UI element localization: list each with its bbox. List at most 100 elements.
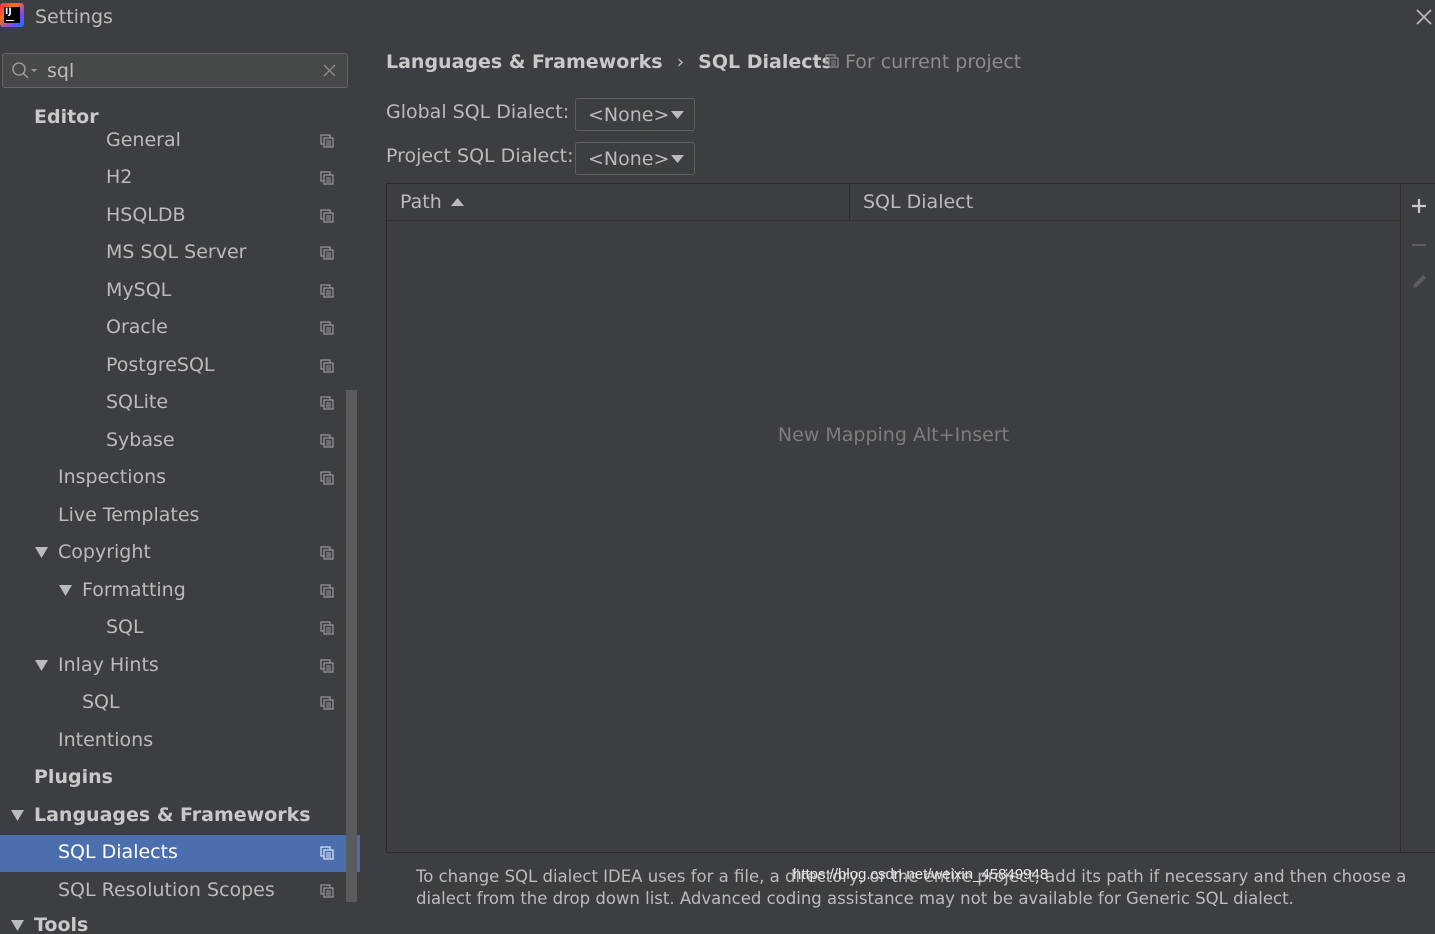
tree-item-plugins[interactable]: Plugins — [0, 760, 360, 797]
column-header-sql-dialect[interactable]: SQL Dialect — [863, 191, 973, 213]
project-scope-icon — [320, 171, 334, 185]
tree-item-mysql[interactable]: MySQL — [0, 273, 360, 310]
tree-item-label: MS SQL Server — [106, 241, 247, 263]
tree-item-label: SQL — [82, 691, 120, 713]
tree-item-sql-dialects[interactable]: SQL Dialects — [0, 835, 360, 872]
project-scope-icon — [320, 209, 334, 223]
watermark: https://blog.csdn.net/weixin_45849948 — [793, 866, 1049, 883]
tree-item-sql[interactable]: SQL — [0, 610, 360, 647]
global-dialect-label: Global SQL Dialect: — [386, 101, 570, 123]
project-scope-icon — [320, 584, 334, 598]
global-dialect-value: <None> — [588, 104, 670, 126]
breadcrumb-separator: › — [676, 51, 685, 73]
search-input[interactable] — [47, 58, 307, 84]
project-scope-icon — [320, 134, 334, 148]
window-title: Settings — [35, 6, 113, 28]
tree-item-label: MySQL — [106, 279, 172, 301]
sort-ascending-icon — [451, 198, 464, 206]
expand-arrow-icon[interactable] — [59, 585, 72, 597]
project-dialect-value: <None> — [588, 148, 670, 170]
column-header-path[interactable]: Path — [400, 191, 442, 213]
project-scope-icon — [320, 696, 334, 710]
scope-label: For current project — [845, 51, 1022, 73]
project-scope-icon — [320, 659, 334, 673]
project-dialect-label: Project SQL Dialect: — [386, 145, 574, 167]
tree-item-label: PostgreSQL — [106, 354, 215, 376]
tree-item-label: Copyright — [58, 541, 151, 563]
tree-item-oracle[interactable]: Oracle — [0, 310, 360, 347]
tree-item-ms-sql-server[interactable]: MS SQL Server — [0, 235, 360, 272]
expand-arrow-icon[interactable] — [11, 810, 24, 822]
project-scope-icon — [825, 53, 839, 68]
search-box[interactable] — [2, 53, 348, 88]
pencil-icon[interactable] — [1409, 272, 1429, 292]
project-scope-icon — [320, 321, 334, 335]
tree-item-label: SQL Dialects — [58, 841, 178, 863]
breadcrumb-current: SQL Dialects — [698, 51, 833, 73]
tree-item-label: SQL Resolution Scopes — [58, 879, 275, 901]
search-icon[interactable] — [11, 61, 39, 81]
expand-arrow-icon[interactable] — [11, 920, 24, 932]
tree-item-sql[interactable]: SQL — [0, 685, 360, 722]
project-scope-icon — [320, 246, 334, 260]
tree-item-label: HSQLDB — [106, 204, 186, 226]
tree-item-intentions[interactable]: Intentions — [0, 723, 360, 760]
tree-item-copyright[interactable]: Copyright — [0, 535, 360, 572]
scope-indicator: For current project — [825, 51, 1021, 73]
table-header: Path SQL Dialect — [387, 184, 1400, 221]
table-empty-text[interactable]: New Mapping Alt+Insert — [387, 424, 1400, 446]
tree-item-inspections[interactable]: Inspections — [0, 460, 360, 497]
tree-item-label: H2 — [106, 166, 133, 188]
tree-item-languages-frameworks[interactable]: Languages & Frameworks — [0, 798, 360, 835]
title-bar: IJ Settings — [0, 0, 1435, 38]
tree-item-tools[interactable]: Tools — [0, 908, 360, 934]
tree-item-formatting[interactable]: Formatting — [0, 573, 360, 610]
tree-item-inlay-hints[interactable]: Inlay Hints — [0, 648, 360, 685]
project-scope-icon — [320, 284, 334, 298]
sidebar-scrollbar[interactable] — [346, 390, 357, 902]
tree-item-sybase[interactable]: Sybase — [0, 423, 360, 460]
tree-item-hsqldb[interactable]: HSQLDB — [0, 198, 360, 235]
project-scope-icon — [320, 434, 334, 448]
expand-arrow-icon[interactable] — [35, 547, 48, 559]
tree-item-label: Tools — [34, 914, 89, 934]
project-scope-icon — [320, 396, 334, 410]
close-icon[interactable] — [1413, 6, 1435, 28]
minus-icon[interactable] — [1409, 235, 1429, 255]
intellij-logo-icon: IJ — [0, 3, 24, 27]
tree-item-label: General — [106, 129, 181, 151]
column-divider[interactable] — [849, 184, 850, 221]
table-toolbar — [1401, 183, 1435, 853]
tree-item-label: Formatting — [82, 579, 186, 601]
expand-arrow-icon[interactable] — [35, 660, 48, 672]
tree-item-label: Oracle — [106, 316, 168, 338]
clear-search-icon[interactable] — [322, 63, 337, 78]
tree-item-label: Sybase — [106, 429, 175, 451]
project-scope-icon — [320, 471, 334, 485]
tree-item-label: SQLite — [106, 391, 169, 413]
tree-item-label: Intentions — [58, 729, 154, 751]
project-scope-icon — [320, 359, 334, 373]
tree-item-postgresql[interactable]: PostgreSQL — [0, 348, 360, 385]
project-scope-icon — [320, 884, 334, 898]
tree-item-h2[interactable]: H2 — [0, 160, 360, 197]
chevron-down-icon — [671, 111, 684, 119]
tree-item-label: Plugins — [34, 766, 113, 788]
tree-item-label: SQL — [106, 616, 144, 638]
settings-sidebar: EditorGeneralH2HSQLDBMS SQL ServerMySQLO… — [0, 38, 360, 934]
tree-item-live-templates[interactable]: Live Templates — [0, 498, 360, 535]
chevron-down-icon — [671, 155, 684, 163]
breadcrumb-parent[interactable]: Languages & Frameworks — [386, 51, 663, 73]
project-dialect-select[interactable]: <None> — [575, 142, 695, 175]
tree-item-sqlite[interactable]: SQLite — [0, 385, 360, 422]
dialect-mapping-table[interactable]: Path SQL Dialect New Mapping Alt+Insert — [386, 183, 1401, 853]
plus-icon[interactable] — [1409, 196, 1429, 216]
tree-item-label: Live Templates — [58, 504, 200, 526]
tree-item-sql-resolution-scopes[interactable]: SQL Resolution Scopes — [0, 873, 360, 910]
tree-item-general[interactable]: General — [0, 123, 360, 160]
breadcrumb: Languages & Frameworks › SQL Dialects — [386, 51, 833, 73]
project-scope-icon — [320, 546, 334, 560]
global-dialect-select[interactable]: <None> — [575, 98, 695, 131]
tree-item-label: Inlay Hints — [58, 654, 159, 676]
settings-content: Languages & Frameworks › SQL Dialects For … — [360, 38, 1435, 934]
